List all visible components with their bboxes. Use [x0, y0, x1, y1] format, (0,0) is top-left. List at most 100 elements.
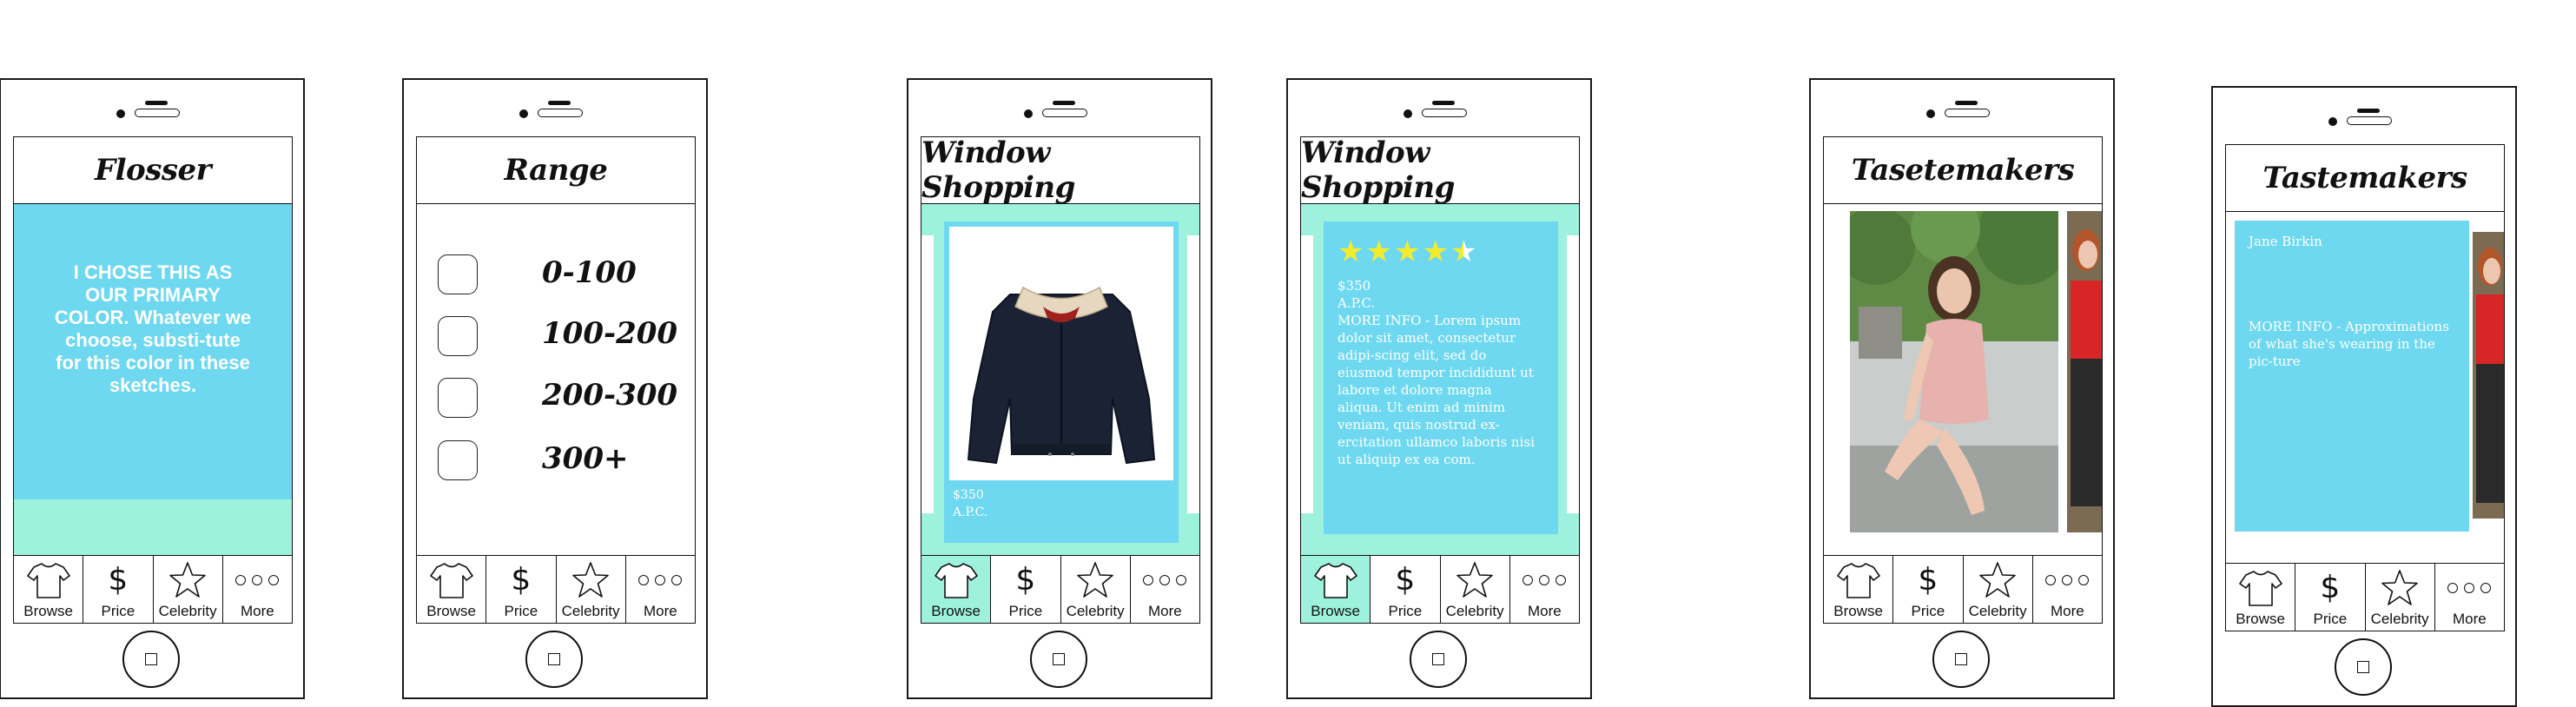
app-header: Window Shopping [921, 137, 1199, 205]
camera-dot [2328, 117, 2337, 126]
tab-label: More [2453, 611, 2487, 627]
phone-flosser: Flosser I CHOSE THIS AS OUR PRIMARY COLO… [0, 78, 305, 699]
shirt-icon [430, 561, 473, 599]
range-checkbox[interactable] [438, 254, 478, 294]
tab-label: More [1528, 603, 1562, 619]
star-filled-icon: ★ [1393, 235, 1421, 268]
tab-bar: Browse $ Price Celebrity More [417, 555, 695, 623]
tab-browse[interactable]: Browse [1824, 556, 1894, 623]
product-price: $350 [953, 488, 984, 502]
camera-dot [519, 109, 528, 118]
tab-label: Celebrity [1066, 603, 1125, 619]
tab-label: Celebrity [2370, 611, 2429, 627]
tab-price[interactable]: $ Price [991, 556, 1061, 623]
range-checkbox[interactable] [438, 378, 478, 418]
camera-dot [1404, 109, 1412, 118]
tab-celebrity[interactable]: Celebrity [1061, 556, 1131, 623]
tab-more[interactable]: More [1131, 556, 1199, 623]
secondary-color-band [14, 499, 292, 557]
content-background: ★ ★ ★ ★ ★ $350 A.P.C. MORE INFO - Lorem … [1301, 204, 1579, 557]
dollar-icon: $ [1015, 562, 1036, 598]
app-title: Tastemakers [2262, 161, 2467, 195]
range-label: 200-300 [542, 378, 678, 413]
tab-price[interactable]: $ Price [2295, 564, 2366, 631]
tab-browse[interactable]: Browse [417, 556, 487, 623]
range-checkbox[interactable] [438, 316, 478, 356]
tab-browse[interactable]: Browse [921, 556, 992, 623]
tab-label: Browse [931, 603, 981, 619]
tab-bar: Browse $ Price Celebrity More [1301, 555, 1579, 623]
app-title: Window Shopping [1301, 136, 1455, 205]
next-celebrity-photo[interactable] [2067, 211, 2102, 532]
next-photo-image [2067, 211, 2102, 532]
tab-bar: Browse $ Price Celebrity More [921, 555, 1199, 623]
tab-celebrity[interactable]: Celebrity [1964, 556, 2033, 623]
tab-more[interactable]: More [223, 556, 292, 623]
star-icon [168, 561, 207, 599]
tab-bar: Browse $ Price Celebrity More [1824, 555, 2102, 623]
more-dots-icon [638, 575, 683, 585]
phone-window-shopping: Window Shopping $350 A.P.C. Browse $ Pri… [907, 78, 1212, 699]
tab-browse[interactable]: Browse [1301, 556, 1371, 623]
next-celebrity-photo[interactable] [2473, 232, 2504, 519]
earpiece-slit [1053, 101, 1075, 105]
range-label: 300+ [542, 441, 629, 476]
tab-price[interactable]: $ Price [1893, 556, 1964, 623]
tab-browse[interactable]: Browse [2226, 564, 2296, 631]
tab-price[interactable]: $ Price [486, 556, 557, 623]
celebrity-photo-image [1850, 211, 2058, 532]
screen: Flosser I CHOSE THIS AS OUR PRIMARY COLO… [13, 136, 293, 624]
app-header: Window Shopping [1301, 136, 1579, 205]
range-checkbox[interactable] [438, 440, 478, 480]
side-card-left [921, 235, 934, 513]
earpiece-slit [145, 101, 168, 105]
celebrity-detail-card[interactable]: Jane Birkin MORE INFO - Approximations o… [2235, 221, 2469, 532]
home-button[interactable] [1410, 631, 1467, 688]
tab-more[interactable]: More [1510, 556, 1579, 623]
tab-celebrity[interactable]: Celebrity [154, 556, 223, 623]
screen: Window Shopping ★ ★ ★ ★ ★ $350 A.P.C. MO… [1300, 136, 1580, 624]
tab-celebrity[interactable]: Celebrity [2366, 564, 2435, 631]
speaker-grille [135, 109, 180, 117]
home-button[interactable] [1932, 631, 1990, 688]
tab-celebrity[interactable]: Celebrity [557, 556, 626, 623]
star-icon [1076, 561, 1114, 599]
tab-price[interactable]: $ Price [1371, 556, 1441, 623]
tab-browse[interactable]: Browse [14, 556, 84, 623]
tab-label: Browse [1311, 603, 1360, 619]
star-filled-icon: ★ [1338, 235, 1364, 268]
product-card[interactable]: $350 A.P.C. [944, 221, 1179, 543]
home-button[interactable] [122, 631, 180, 688]
product-detail-card[interactable]: ★ ★ ★ ★ ★ $350 A.P.C. MORE INFO - Lorem … [1324, 221, 1558, 534]
tab-label: Price [2313, 611, 2348, 627]
tab-more[interactable]: More [2033, 556, 2102, 623]
celebrity-name: Jane Birkin [2249, 234, 2322, 249]
more-dots-icon [1522, 575, 1567, 585]
shirt-icon [2239, 569, 2282, 607]
app-title: Tasetemakers [1851, 153, 2075, 188]
product-brand: A.P.C. [953, 505, 988, 519]
home-button[interactable] [1030, 631, 1087, 688]
home-button[interactable] [2335, 638, 2392, 696]
tab-celebrity[interactable]: Celebrity [1441, 556, 1510, 623]
dollar-icon: $ [2320, 570, 2341, 605]
side-card-left [1301, 235, 1313, 513]
speaker-grille [1042, 109, 1087, 117]
tab-label: Price [1388, 603, 1423, 619]
home-button[interactable] [525, 631, 583, 688]
tab-more[interactable]: More [2435, 564, 2504, 631]
tab-price[interactable]: $ Price [83, 556, 154, 623]
app-header: Range [417, 137, 695, 204]
star-icon [2381, 569, 2419, 607]
primary-color-panel: I CHOSE THIS AS OUR PRIMARY COLOR. Whate… [14, 204, 292, 499]
tab-label: More [2051, 603, 2084, 619]
celebrity-photo[interactable] [1850, 211, 2058, 532]
phone-tastemakers-gallery: Tasetemakers Browse $ Price Celebrity Mo… [1809, 78, 2115, 699]
star-icon [571, 561, 610, 599]
shirt-icon [27, 561, 70, 599]
app-header: Tasetemakers [1824, 137, 2102, 204]
dollar-icon: $ [511, 562, 532, 598]
tab-more[interactable]: More [626, 556, 695, 623]
phone-window-shopping-details: Window Shopping ★ ★ ★ ★ ★ $350 A.P.C. MO… [1286, 78, 1592, 699]
camera-dot [116, 109, 125, 118]
